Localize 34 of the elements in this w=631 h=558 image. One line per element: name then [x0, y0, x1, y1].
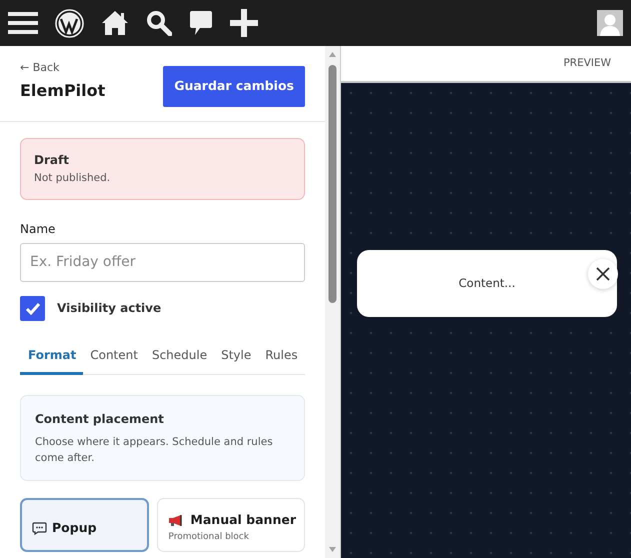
tab[interactable]: Rules [258, 338, 305, 374]
back-link[interactable]: ← Back [20, 60, 106, 76]
menu-icon[interactable] [8, 11, 38, 35]
home-icon[interactable] [101, 10, 129, 36]
name-input-field[interactable]: Ex. Friday offer [20, 242, 305, 282]
speech-bubble-icon[interactable] [189, 10, 213, 36]
option-title: Manual banner [190, 511, 296, 530]
chat-bubble-icon [32, 522, 47, 535]
save-button[interactable]: Guardar cambios [163, 66, 305, 107]
checkbox[interactable] [20, 296, 45, 320]
status-text: Not published. [34, 170, 112, 186]
preview-label: PREVIEW [563, 56, 611, 71]
close-button[interactable] [588, 259, 618, 289]
card-text: Choose where it appears. Schedule and rules come after. [35, 434, 274, 466]
format-option[interactable]: Manual banner Promotional block [157, 498, 305, 552]
wordpress-logo-icon[interactable] [55, 8, 84, 38]
search-icon[interactable] [146, 10, 172, 36]
status-title: Draft [34, 152, 70, 169]
field-label: Name [20, 220, 56, 238]
format-option[interactable]: Popup [20, 498, 150, 552]
option-subtitle: Promotional block [168, 531, 250, 544]
tab[interactable]: Content [83, 338, 145, 374]
tab[interactable]: Format [20, 338, 84, 374]
tab[interactable]: Style [214, 338, 258, 374]
close-icon [596, 267, 610, 281]
card-title: Content placement [35, 410, 165, 428]
scrollbar[interactable] [325, 46, 340, 558]
tab[interactable]: Schedule [144, 338, 214, 374]
editor-title: ElemPilot [20, 80, 106, 102]
popup-text: Content... [458, 274, 516, 292]
check-icon [24, 302, 40, 314]
option-title: Popup [52, 518, 97, 537]
checkbox-label: Visibility active [57, 300, 162, 317]
plus-icon[interactable] [230, 9, 258, 37]
